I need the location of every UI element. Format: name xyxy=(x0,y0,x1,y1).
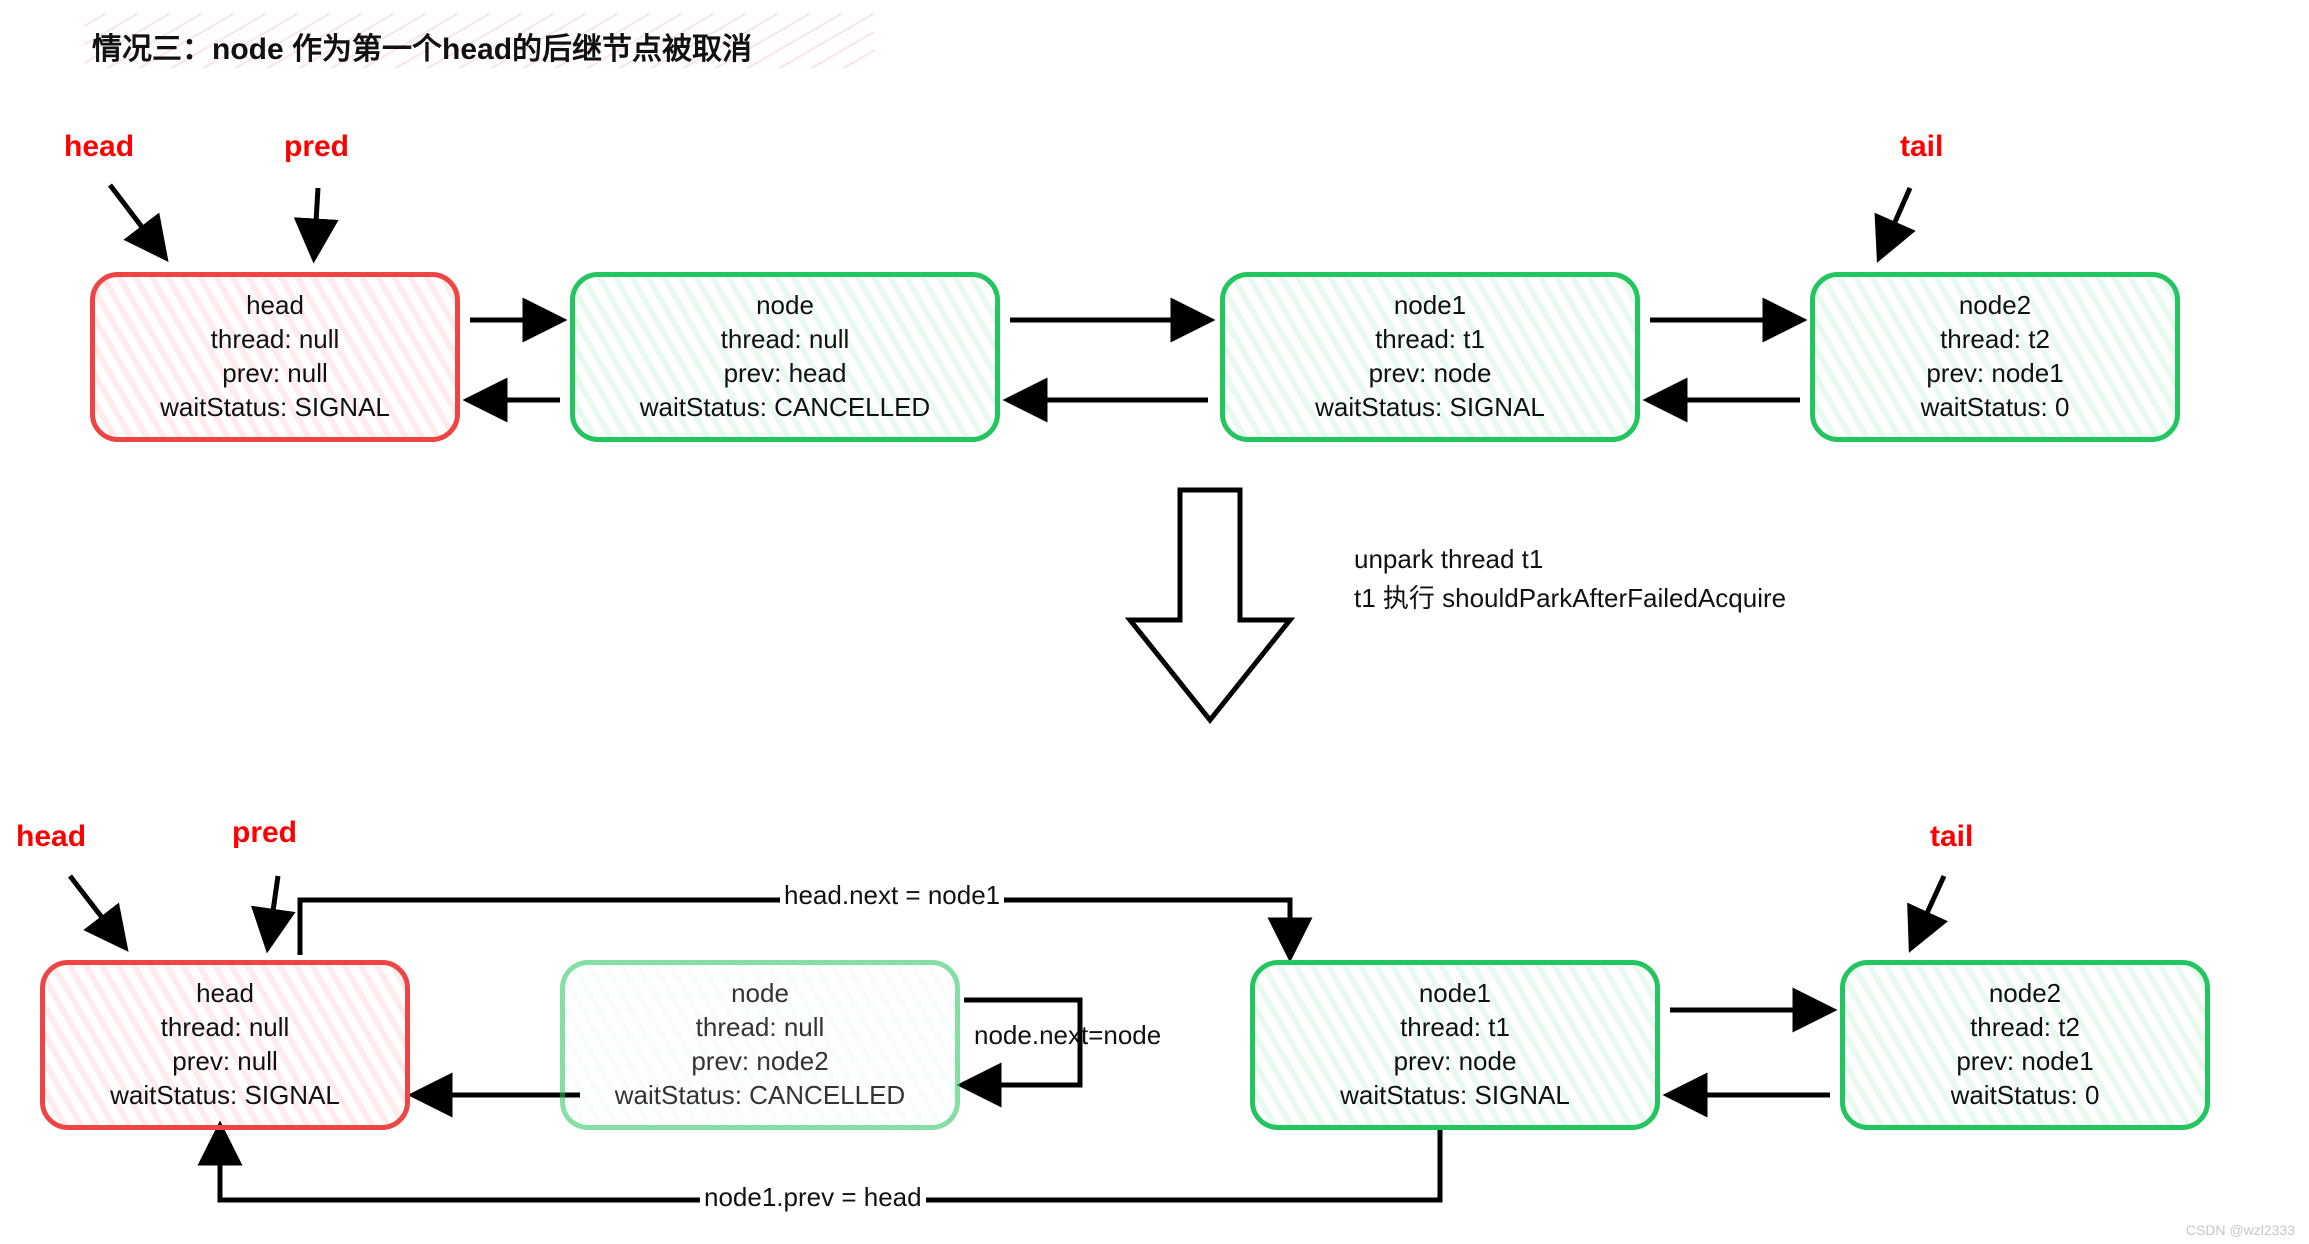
edge-label-head-next: head.next = node1 xyxy=(780,880,1004,911)
transition-line1: unpark thread t1 xyxy=(1354,540,1786,579)
node-prev: prev: node1 xyxy=(1926,357,2063,391)
node-prev: prev: node2 xyxy=(691,1045,828,1079)
node-status: waitStatus: SIGNAL xyxy=(1315,391,1545,425)
top-node-head: head thread: null prev: null waitStatus:… xyxy=(90,272,460,442)
node-thread: thread: null xyxy=(211,323,340,357)
node-name: head xyxy=(196,977,254,1011)
node-status: waitStatus: 0 xyxy=(1921,391,2070,425)
node-status: waitStatus: SIGNAL xyxy=(160,391,390,425)
label-tail-top: tail xyxy=(1900,130,1943,164)
node-thread: thread: t2 xyxy=(1940,323,2050,357)
bottom-node1: node1 thread: t1 prev: node waitStatus: … xyxy=(1250,960,1660,1130)
node-name: head xyxy=(246,289,304,323)
node-prev: prev: null xyxy=(222,357,328,391)
node-status: waitStatus: 0 xyxy=(1951,1079,2100,1113)
node-thread: thread: null xyxy=(721,323,850,357)
node-prev: prev: node xyxy=(1394,1045,1517,1079)
node-name: node2 xyxy=(1959,289,2031,323)
node-prev: prev: node1 xyxy=(1956,1045,2093,1079)
transition-text: unpark thread t1 t1 执行 shouldParkAfterFa… xyxy=(1350,540,1790,618)
bottom-node2: node2 thread: t2 prev: node1 waitStatus:… xyxy=(1840,960,2210,1130)
node-prev: prev: node xyxy=(1369,357,1492,391)
node-prev: prev: null xyxy=(172,1045,278,1079)
label-tail-bottom: tail xyxy=(1930,820,1973,854)
transition-line2: t1 执行 shouldParkAfterFailedAcquire xyxy=(1354,579,1786,618)
node-thread: thread: null xyxy=(696,1011,825,1045)
diagram-viewport: 情况三：node 作为第一个head的后继节点被取消 head pred tai… xyxy=(0,0,2309,1244)
bottom-node: node thread: null prev: node2 waitStatus… xyxy=(560,960,960,1130)
bottom-node-head: head thread: null prev: null waitStatus:… xyxy=(40,960,410,1130)
label-head-top: head xyxy=(64,130,134,164)
node-status: waitStatus: SIGNAL xyxy=(110,1079,340,1113)
label-pred-top: pred xyxy=(284,130,349,164)
top-node1: node1 thread: t1 prev: node waitStatus: … xyxy=(1220,272,1640,442)
node-name: node xyxy=(731,977,789,1011)
edge-label-node1-prev: node1.prev = head xyxy=(700,1182,926,1213)
node-name: node2 xyxy=(1989,977,2061,1011)
node-status: waitStatus: SIGNAL xyxy=(1340,1079,1570,1113)
node-status: waitStatus: CANCELLED xyxy=(615,1079,905,1113)
watermark: CSDN @wzl2333 xyxy=(2186,1222,2295,1238)
node-name: node1 xyxy=(1394,289,1466,323)
node-thread: thread: t2 xyxy=(1970,1011,2080,1045)
diagram-title: 情况三：node 作为第一个head的后继节点被取消 xyxy=(92,24,752,68)
node-prev: prev: head xyxy=(724,357,847,391)
top-node: node thread: null prev: head waitStatus:… xyxy=(570,272,1000,442)
node-name: node1 xyxy=(1419,977,1491,1011)
label-pred-bottom: pred xyxy=(232,816,297,850)
node-thread: thread: t1 xyxy=(1375,323,1485,357)
label-head-bottom: head xyxy=(16,820,86,854)
node-name: node xyxy=(756,289,814,323)
node-status: waitStatus: CANCELLED xyxy=(640,391,930,425)
top-node2: node2 thread: t2 prev: node1 waitStatus:… xyxy=(1810,272,2180,442)
node-thread: thread: t1 xyxy=(1400,1011,1510,1045)
node-thread: thread: null xyxy=(161,1011,290,1045)
edge-label-node-self: node.next=node xyxy=(970,1020,1165,1051)
